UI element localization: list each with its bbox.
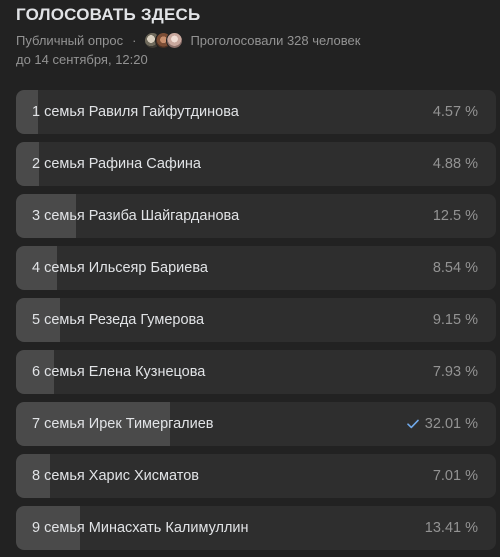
poll-option[interactable]: 8 семья Харис Хисматов 7.01 % bbox=[16, 454, 496, 498]
poll-widget: ГОЛОСОВАТЬ ЗДЕСЬ Публичный опрос · Прого… bbox=[0, 0, 500, 557]
option-label: 2 семья Рафина Сафина bbox=[32, 156, 201, 172]
option-label: 9 семья Минасхать Калимуллин bbox=[32, 520, 249, 536]
poll-meta: Публичный опрос · Проголосовали 328 чело… bbox=[16, 32, 360, 49]
option-percent: 4.88 % bbox=[432, 156, 478, 172]
option-result: 13.41 % bbox=[425, 506, 478, 550]
poll-deadline: до 14 сентября, 12:20 bbox=[16, 52, 148, 67]
poll-options: 1 семья Равиля Гайфутдинова 4.57 % 2 семья… bbox=[16, 90, 496, 557]
poll-option[interactable]: 7 семья Ирек Тимергалиев 32.01 % bbox=[16, 402, 496, 446]
option-percent: 4.57 % bbox=[432, 104, 478, 120]
option-result: 4.88 % bbox=[433, 142, 478, 186]
voter-avatar[interactable] bbox=[166, 32, 184, 49]
poll-option[interactable]: 4 семья Ильсеяр Бариева 8.54 % bbox=[16, 246, 496, 290]
poll-type-label: Публичный опрос bbox=[16, 33, 124, 48]
option-result: 7.93 % bbox=[433, 350, 478, 394]
option-label: 3 семья Разиба Шайгарданова bbox=[32, 208, 240, 224]
poll-option[interactable]: 1 семья Равиля Гайфутдинова 4.57 % bbox=[16, 90, 496, 134]
option-label: 4 семья Ильсеяр Бариева bbox=[32, 260, 208, 276]
option-result: 8.54 % bbox=[433, 246, 478, 290]
option-label: 8 семья Харис Хисматов bbox=[32, 468, 199, 484]
check-icon bbox=[406, 419, 419, 429]
option-label: 5 семья Резеда Гумерова bbox=[32, 312, 205, 328]
voter-avatars[interactable] bbox=[144, 32, 184, 49]
option-percent: 7.01 % bbox=[432, 468, 478, 484]
poll-title: ГОЛОСОВАТЬ ЗДЕСЬ bbox=[16, 5, 201, 24]
option-label: 1 семья Равиля Гайфутдинова bbox=[32, 104, 239, 120]
option-percent: 12.5 % bbox=[432, 208, 478, 224]
poll-option[interactable]: 2 семья Рафина Сафина 4.88 % bbox=[16, 142, 496, 186]
meta-separator: · bbox=[132, 33, 137, 48]
option-percent: 32.01 % bbox=[424, 416, 478, 432]
option-label: 6 семья Елена Кузнецова bbox=[32, 364, 206, 380]
option-percent: 9.15 % bbox=[432, 312, 478, 328]
poll-option[interactable]: 9 семья Минасхать Калимуллин 13.41 % bbox=[16, 506, 496, 550]
poll-option[interactable]: 5 семья Резеда Гумерова 9.15 % bbox=[16, 298, 496, 342]
poll-option[interactable]: 3 семья Разиба Шайгарданова 12.5 % bbox=[16, 194, 496, 238]
option-percent: 7.93 % bbox=[432, 364, 478, 380]
option-result: 4.57 % bbox=[433, 90, 478, 134]
poll-option[interactable]: 6 семья Елена Кузнецова 7.93 % bbox=[16, 350, 496, 394]
option-label: 7 семья Ирек Тимергалиев bbox=[32, 416, 214, 432]
option-result: 9.15 % bbox=[433, 298, 478, 342]
option-result: 12.5 % bbox=[433, 194, 478, 238]
option-percent: 13.41 % bbox=[424, 520, 478, 536]
option-result: 32.01 % bbox=[406, 402, 478, 446]
option-result: 7.01 % bbox=[433, 454, 478, 498]
voters-count-link[interactable]: Проголосовали 328 человек bbox=[190, 33, 360, 48]
option-percent: 8.54 % bbox=[432, 260, 478, 276]
